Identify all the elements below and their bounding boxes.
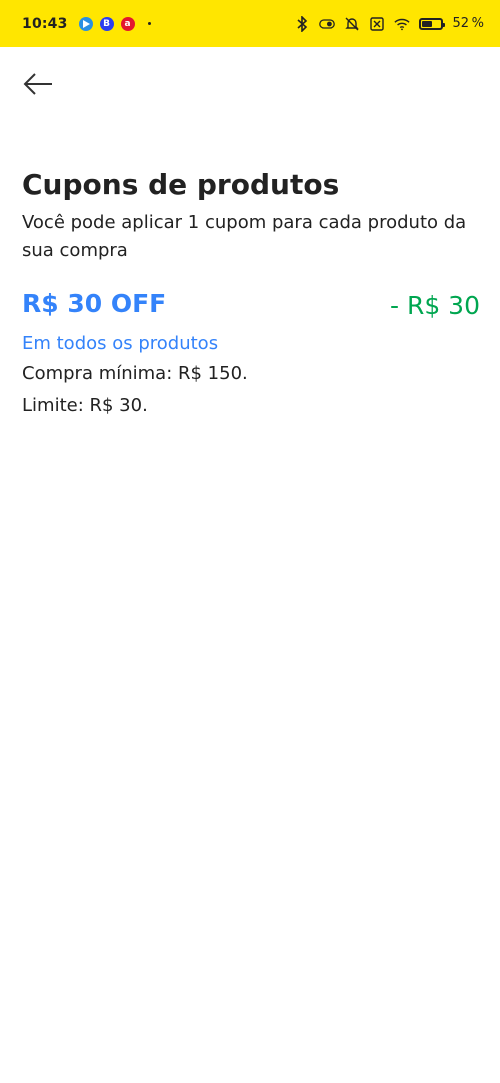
battery-percent: 52 %: [452, 16, 484, 31]
status-bar: 10:43 B a 52 %: [0, 0, 500, 47]
coupon-min-purchase: Compra mínima: R$ 150.: [22, 363, 248, 384]
page-title: Cupons de produtos: [22, 168, 340, 201]
coupon-discount-amount: - R$ 30: [389, 291, 480, 320]
coupon-scope: Em todos os produtos: [22, 333, 219, 354]
back-button[interactable]: [18, 64, 58, 104]
status-time: 10:43: [22, 15, 68, 32]
bluetooth-icon: [294, 15, 310, 32]
nfc-toggle-icon: [319, 16, 336, 32]
b-app-icon: B: [99, 16, 114, 31]
page-subtitle: Você pode aplicar 1 cupom para cada prod…: [22, 212, 467, 261]
coupon-card[interactable]: R$ 30 OFF - R$ 30 Em todos os produtos C…: [22, 287, 480, 421]
play-store-icon: [78, 16, 93, 31]
do-not-disturb-off-icon: [344, 16, 360, 32]
arrow-left-icon: [23, 73, 52, 95]
more-notifications-dot: [147, 22, 151, 25]
battery-icon: [419, 17, 446, 30]
a-app-icon: a: [120, 16, 135, 31]
wifi-icon: [394, 16, 411, 32]
coupon-title: R$ 30 OFF: [22, 289, 167, 318]
coupons-content: Cupons de produtos Você pode aplicar 1 c…: [22, 165, 480, 421]
battery-level: [422, 20, 432, 27]
coupon-limit: Limite: R$ 30.: [22, 395, 148, 416]
no-sim-icon: [369, 16, 385, 32]
